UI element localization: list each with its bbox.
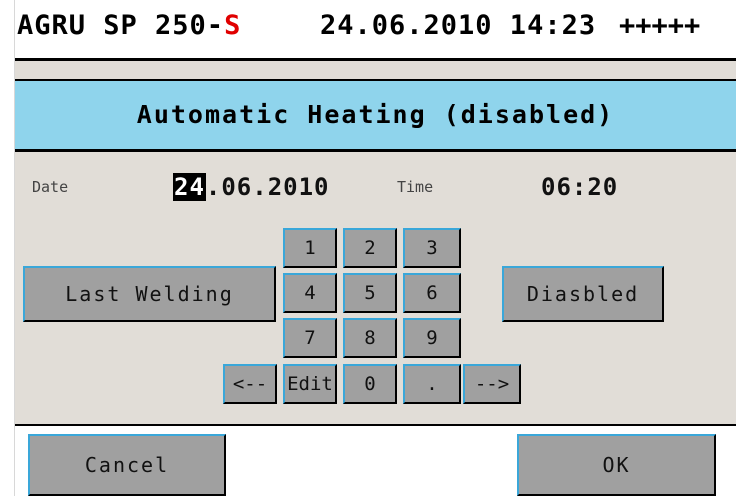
device-model-suffix: S xyxy=(224,10,242,41)
keypad-key-7[interactable]: 7 xyxy=(283,318,337,358)
page-title: Automatic Heating (disabled) xyxy=(136,100,615,129)
keypad-dot-key[interactable]: . xyxy=(403,364,461,404)
keypad-key-8[interactable]: 8 xyxy=(343,318,397,358)
keypad-key-4[interactable]: 4 xyxy=(283,273,337,313)
keypad-key-0[interactable]: 0 xyxy=(343,364,397,404)
keypad-key-9[interactable]: 9 xyxy=(403,318,461,358)
keypad-key-3[interactable]: 3 xyxy=(403,228,461,268)
action-bar: Cancel OK xyxy=(15,424,736,498)
keypad-forward-key[interactable]: --> xyxy=(463,364,521,404)
date-field-rest: .06.2010 xyxy=(205,173,330,201)
status-bar: AGRU SP 250-S 24.06.2010 14:23 +++++ xyxy=(15,0,736,61)
keypad-key-1[interactable]: 1 xyxy=(283,228,337,268)
current-datetime: 24.06.2010 14:23 xyxy=(320,10,597,41)
keypad-back-key[interactable]: <-- xyxy=(223,364,277,404)
title-panel: Automatic Heating (disabled) xyxy=(15,81,736,152)
keypad-key-2[interactable]: 2 xyxy=(343,228,397,268)
time-label: Time xyxy=(397,178,434,196)
device-model-prefix: AGRU SP 250- xyxy=(17,10,225,41)
time-field[interactable]: 06:20 xyxy=(541,173,618,201)
left-edge-strip xyxy=(0,0,15,496)
date-label: Date xyxy=(32,178,69,196)
device-model: AGRU SP 250-S xyxy=(17,10,241,41)
date-field[interactable]: 24.06.2010 xyxy=(173,173,330,201)
disabled-toggle-button[interactable]: Diasbled xyxy=(502,266,664,322)
keypad-key-6[interactable]: 6 xyxy=(403,273,461,313)
cancel-button[interactable]: Cancel xyxy=(28,434,226,496)
device-screen: AGRU SP 250-S 24.06.2010 14:23 +++++ Aut… xyxy=(15,0,736,498)
keypad-edit-key[interactable]: Edit xyxy=(283,364,337,404)
last-welding-button[interactable]: Last Welding xyxy=(23,266,276,322)
ok-button[interactable]: OK xyxy=(517,434,716,496)
keypad-key-5[interactable]: 5 xyxy=(343,273,397,313)
date-cursor-segment[interactable]: 24 xyxy=(173,173,206,201)
header-divider-band xyxy=(15,61,736,81)
signal-indicator: +++++ xyxy=(619,10,701,41)
